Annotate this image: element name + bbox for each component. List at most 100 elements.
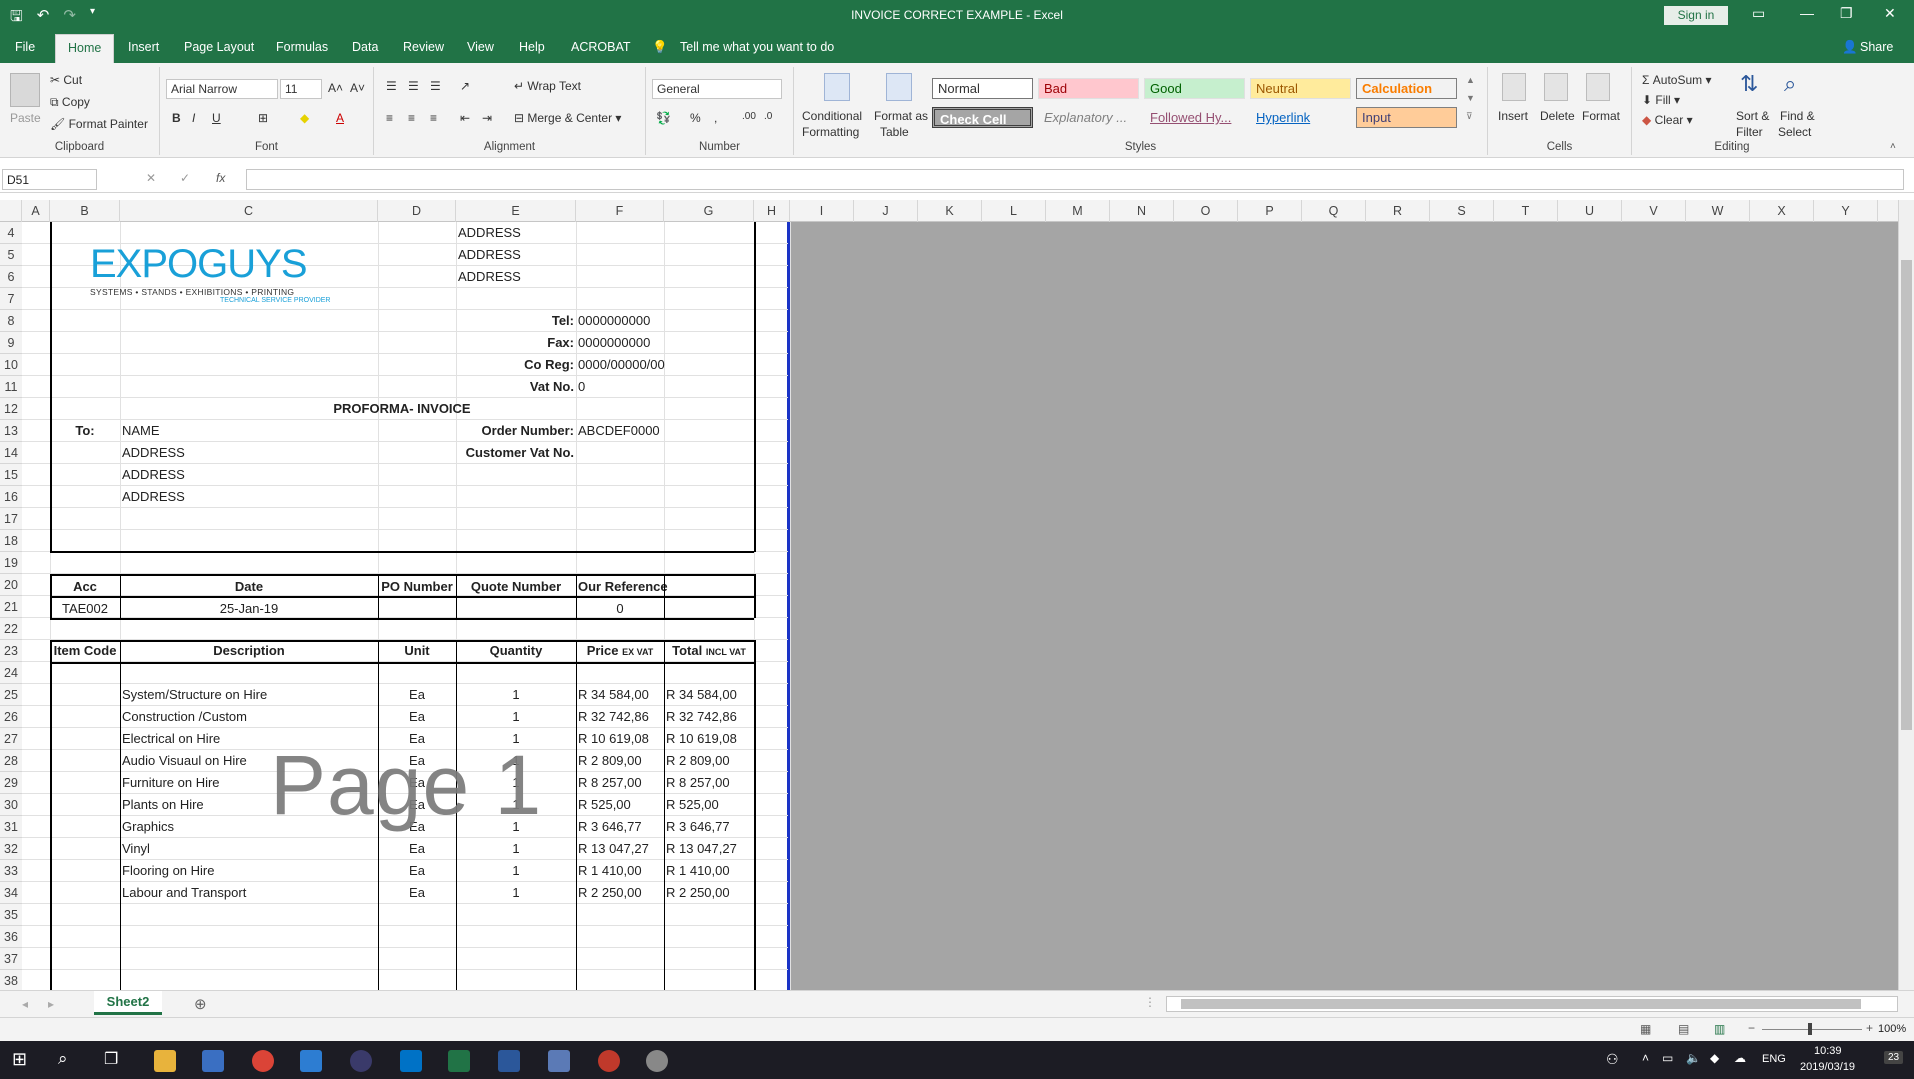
clear-button[interactable]: ◆ Clear ▾ (1642, 113, 1693, 127)
minimize-icon[interactable]: — (1800, 5, 1814, 21)
italic-icon[interactable]: I (192, 111, 195, 125)
header-total[interactable]: Total INCL VAT (666, 640, 752, 663)
network-app-icon[interactable] (548, 1050, 570, 1072)
tab-page-layout[interactable]: Page Layout (184, 40, 254, 54)
row-header-20[interactable]: 20 (0, 574, 22, 596)
horizontal-scrollbar[interactable] (1166, 996, 1898, 1012)
item-price[interactable]: R 13 047,27 (578, 838, 662, 860)
volume-icon[interactable]: 🔈 (1686, 1051, 1701, 1065)
row-header-24[interactable]: 24 (0, 662, 22, 684)
photos-app-icon[interactable] (646, 1050, 668, 1072)
item-price[interactable]: R 34 584,00 (578, 684, 662, 706)
decrease-indent-icon[interactable]: ⇤ (460, 111, 470, 125)
header-acc[interactable]: Acc (52, 576, 118, 598)
item-price[interactable]: R 1 410,00 (578, 860, 662, 882)
column-header-g[interactable]: G (664, 200, 754, 222)
row-header-21[interactable]: 21 (0, 596, 22, 618)
to-address-3[interactable]: ADDRESS (122, 486, 376, 508)
column-header-b[interactable]: B (50, 200, 120, 222)
item-total[interactable]: R 32 742,86 (666, 706, 752, 728)
delete-cells-button[interactable]: Delete (1540, 109, 1575, 123)
row-header-18[interactable]: 18 (0, 530, 22, 552)
item-quantity[interactable]: 1 (458, 706, 574, 728)
excel-icon[interactable] (448, 1050, 470, 1072)
to-address-2[interactable]: ADDRESS (122, 464, 376, 486)
style-explanatory[interactable]: Explanatory ... (1038, 107, 1139, 128)
row-header-22[interactable]: 22 (0, 618, 22, 640)
find-select-label-2[interactable]: Select (1778, 125, 1811, 139)
chrome-icon[interactable] (252, 1050, 274, 1072)
increase-decimal-icon[interactable]: .00 (742, 111, 756, 122)
row-header-30[interactable]: 30 (0, 794, 22, 816)
item-description[interactable]: System/Structure on Hire (122, 684, 376, 706)
shrink-font-icon[interactable]: A˅ (350, 81, 365, 95)
cancel-icon[interactable]: ✕ (146, 171, 156, 185)
coreg-label[interactable]: Co Reg: (458, 354, 574, 376)
borders-icon[interactable]: ⊞ (258, 111, 268, 125)
row-header-10[interactable]: 10 (0, 354, 22, 376)
worksheet[interactable]: 4 5 6 7 8 9 10 11 12 13 14 15 16 17 18 19 20 21 22 23 24 25 26… (0, 222, 1898, 990)
network-icon[interactable]: ▭ (1662, 1051, 1673, 1065)
row-header-5[interactable]: 5 (0, 244, 22, 266)
row-header-31[interactable]: 31 (0, 816, 22, 838)
item-total[interactable]: R 34 584,00 (666, 684, 752, 706)
item-total[interactable]: R 2 250,00 (666, 882, 752, 904)
item-quantity[interactable]: 1 (458, 684, 574, 706)
column-header-c[interactable]: C (120, 200, 378, 222)
column-header-l[interactable]: L (982, 200, 1046, 222)
row-header-28[interactable]: 28 (0, 750, 22, 772)
row-header-12[interactable]: 12 (0, 398, 22, 420)
zoom-in-icon[interactable]: + (1866, 1021, 1873, 1035)
snipping-tool-icon[interactable] (598, 1050, 620, 1072)
word-icon[interactable] (498, 1050, 520, 1072)
item-description[interactable]: Vinyl (122, 838, 376, 860)
row-header-7[interactable]: 7 (0, 288, 22, 310)
font-size-select[interactable]: 11 (280, 79, 322, 99)
enter-icon[interactable]: ✓ (180, 171, 190, 185)
row-header-14[interactable]: 14 (0, 442, 22, 464)
tab-formulas[interactable]: Formulas (276, 40, 328, 54)
tab-insert[interactable]: Insert (128, 40, 159, 54)
restore-icon[interactable]: ❐ (1840, 5, 1853, 22)
header-item-code[interactable]: Item Code (52, 640, 118, 662)
name-box[interactable]: D51 (2, 169, 97, 190)
column-header-h[interactable]: H (754, 200, 790, 222)
style-hyperlink[interactable]: Hyperlink (1250, 107, 1351, 128)
row-header-32[interactable]: 32 (0, 838, 22, 860)
fax-label[interactable]: Fax: (458, 332, 574, 354)
column-header-e[interactable]: E (456, 200, 576, 222)
row-header-26[interactable]: 26 (0, 706, 22, 728)
conditional-formatting-label[interactable]: Conditional (802, 109, 862, 123)
column-header-u[interactable]: U (1558, 200, 1622, 222)
row-header-29[interactable]: 29 (0, 772, 22, 794)
column-header-q[interactable]: Q (1302, 200, 1366, 222)
tab-help[interactable]: Help (519, 40, 545, 54)
item-total[interactable]: R 13 047,27 (666, 838, 752, 860)
split-handle-icon[interactable]: ⋮ (1144, 995, 1156, 1009)
column-header-j[interactable]: J (854, 200, 918, 222)
to-label[interactable]: To: (52, 420, 118, 442)
page-break-view-icon[interactable]: ▥ (1714, 1022, 1725, 1036)
column-header-p[interactable]: P (1238, 200, 1302, 222)
header-price[interactable]: Price EX VAT (578, 640, 662, 663)
item-description[interactable]: Flooring on Hire (122, 860, 376, 882)
file-explorer-icon[interactable] (154, 1050, 176, 1072)
zoom-slider[interactable] (1762, 1029, 1862, 1030)
row-header-11[interactable]: 11 (0, 376, 22, 398)
row-header-38[interactable]: 38 (0, 970, 22, 990)
item-unit[interactable]: Ea (380, 706, 454, 728)
row-header-9[interactable]: 9 (0, 332, 22, 354)
style-calculation[interactable]: Calculation (1356, 78, 1457, 99)
item-description[interactable]: Labour and Transport (122, 882, 376, 904)
paste-icon[interactable] (10, 73, 40, 107)
column-header-n[interactable]: N (1110, 200, 1174, 222)
merge-center-button[interactable]: ⊟ Merge & Center ▾ (514, 111, 621, 125)
to-address-1[interactable]: ADDRESS (122, 442, 376, 464)
column-header-k[interactable]: K (918, 200, 982, 222)
outlook-icon[interactable] (400, 1050, 422, 1072)
order-number-value[interactable]: ABCDEF0000 (578, 420, 662, 442)
tell-me-search[interactable]: Tell me what you want to do (680, 40, 834, 54)
style-followed-hyperlink[interactable]: Followed Hy... (1144, 107, 1245, 128)
column-header-o[interactable]: O (1174, 200, 1238, 222)
prev-sheet-icon[interactable]: ◂ (22, 997, 28, 1011)
